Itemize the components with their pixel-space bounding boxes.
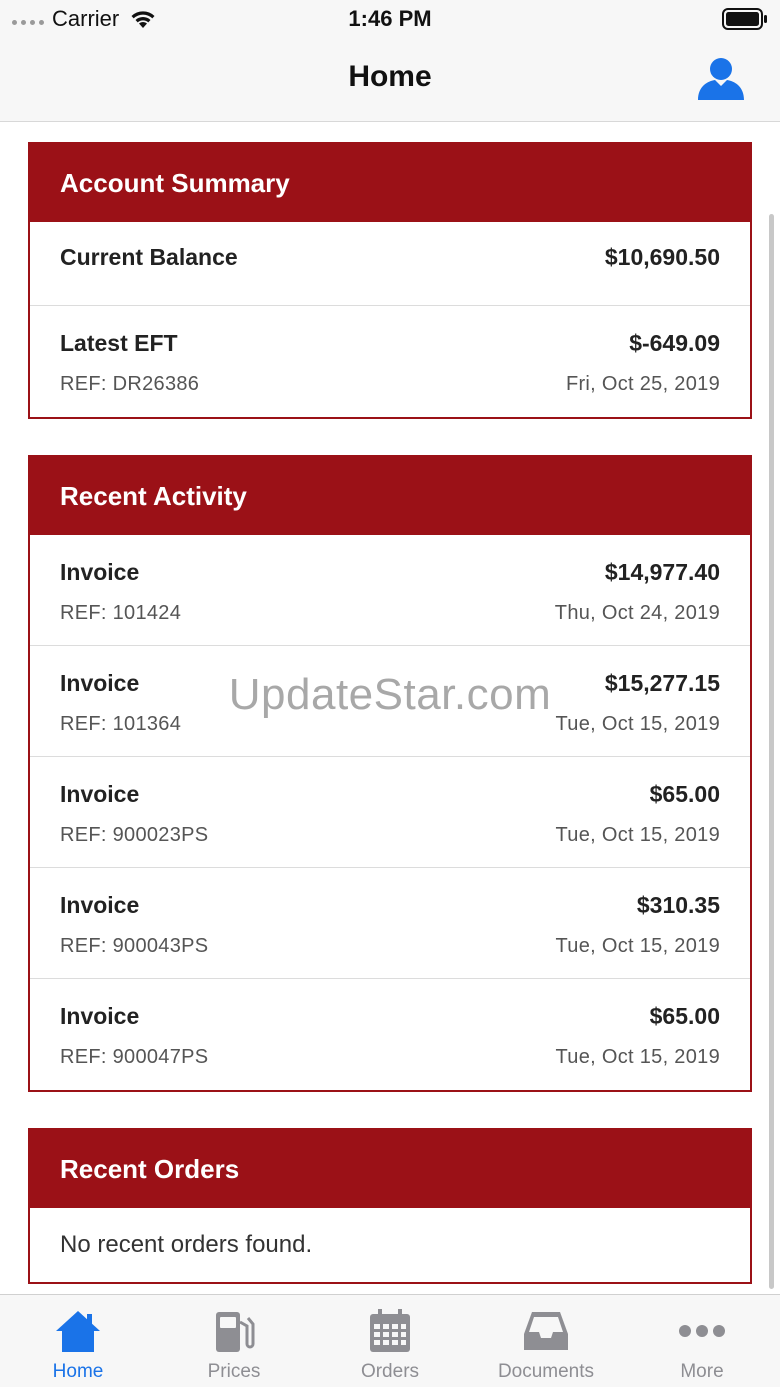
page-title: Home: [348, 60, 432, 93]
tab-prices[interactable]: Prices: [156, 1295, 312, 1387]
activity-amount: $310.35: [636, 892, 720, 918]
tab-prices-label: Prices: [207, 1361, 261, 1382]
recent-orders-title: Recent Orders: [60, 1153, 240, 1184]
recent-orders-card: Recent Orders No recent orders found.: [28, 1128, 752, 1284]
tab-home[interactable]: Home: [0, 1295, 156, 1387]
current-balance-label: Current Balance: [60, 244, 238, 270]
latest-eft-ref: REF: DR26386: [60, 373, 200, 395]
activity-amount: $65.00: [649, 781, 720, 807]
activity-row[interactable]: Invoice $65.00 REF: 900023PS Tue, Oct 15…: [30, 757, 750, 868]
person-icon[interactable]: [696, 56, 746, 102]
activity-ref: REF: 900047PS: [60, 1046, 209, 1068]
navigation-bar: Home: [0, 40, 780, 122]
activity-amount: $14,977.40: [604, 559, 720, 585]
tab-orders-label: Orders: [360, 1361, 420, 1382]
tab-home-label: Home: [52, 1361, 104, 1382]
latest-eft-label: Latest EFT: [60, 330, 178, 356]
status-bar: Carrier 1:46 PM: [0, 0, 780, 40]
activity-ref: REF: 900043PS: [60, 935, 209, 957]
activity-date: Tue, Oct 15, 2019: [555, 935, 720, 957]
activity-type: Invoice: [60, 1003, 140, 1029]
activity-type: Invoice: [60, 559, 140, 585]
calendar-icon: [366, 1307, 414, 1355]
tab-bar: Home Prices Orders Documents More: [0, 1294, 780, 1387]
activity-type: Invoice: [60, 781, 140, 807]
activity-ref: REF: 900023PS: [60, 824, 209, 846]
more-dots-icon: [678, 1307, 726, 1355]
tab-documents[interactable]: Documents: [468, 1295, 624, 1387]
latest-eft-row[interactable]: Latest EFT $-649.09 REF: DR26386 Fri, Oc…: [30, 306, 750, 417]
recent-orders-empty-message: No recent orders found.: [60, 1231, 313, 1258]
home-content[interactable]: Account Summary Current Balance $10,690.…: [0, 122, 780, 1294]
activity-type: Invoice: [60, 892, 140, 918]
home-icon: [54, 1307, 102, 1355]
inbox-tray-icon: [522, 1307, 570, 1355]
current-balance-row[interactable]: Current Balance $10,690.50: [30, 222, 750, 306]
activity-date: Tue, Oct 15, 2019: [555, 824, 720, 846]
current-balance-value: $10,690.50: [604, 244, 720, 270]
tab-more[interactable]: More: [624, 1295, 780, 1387]
battery-icon: [722, 8, 768, 35]
tab-documents-label: Documents: [497, 1361, 595, 1382]
activity-ref: REF: 101424: [60, 602, 182, 624]
recent-activity-card: Recent Activity Invoice $14,977.40 REF: …: [28, 455, 752, 1092]
latest-eft-date: Fri, Oct 25, 2019: [565, 373, 720, 395]
activity-amount: $65.00: [649, 1003, 720, 1029]
latest-eft-value: $-649.09: [629, 330, 720, 356]
tab-more-label: More: [680, 1361, 724, 1382]
activity-date: Tue, Oct 15, 2019: [555, 1046, 720, 1068]
activity-date: Thu, Oct 24, 2019: [554, 602, 720, 624]
recent-activity-header: Recent Activity: [30, 457, 750, 535]
account-summary-header: Account Summary: [30, 144, 750, 222]
watermark: UpdateStar.com: [228, 670, 552, 719]
tab-orders[interactable]: Orders: [312, 1295, 468, 1387]
activity-row[interactable]: Invoice $65.00 REF: 900047PS Tue, Oct 15…: [30, 979, 750, 1090]
status-time: 1:46 PM: [348, 6, 432, 31]
activity-row[interactable]: Invoice $14,977.40 REF: 101424 Thu, Oct …: [30, 535, 750, 646]
fuel-pump-icon: [210, 1307, 258, 1355]
activity-row[interactable]: Invoice $310.35 REF: 900043PS Tue, Oct 1…: [30, 868, 750, 979]
account-summary-card: Account Summary Current Balance $10,690.…: [28, 142, 752, 419]
scrollbar[interactable]: [769, 214, 774, 1289]
account-summary-title: Account Summary: [60, 167, 290, 198]
recent-activity-title: Recent Activity: [60, 480, 247, 511]
recent-orders-header: Recent Orders: [30, 1130, 750, 1208]
